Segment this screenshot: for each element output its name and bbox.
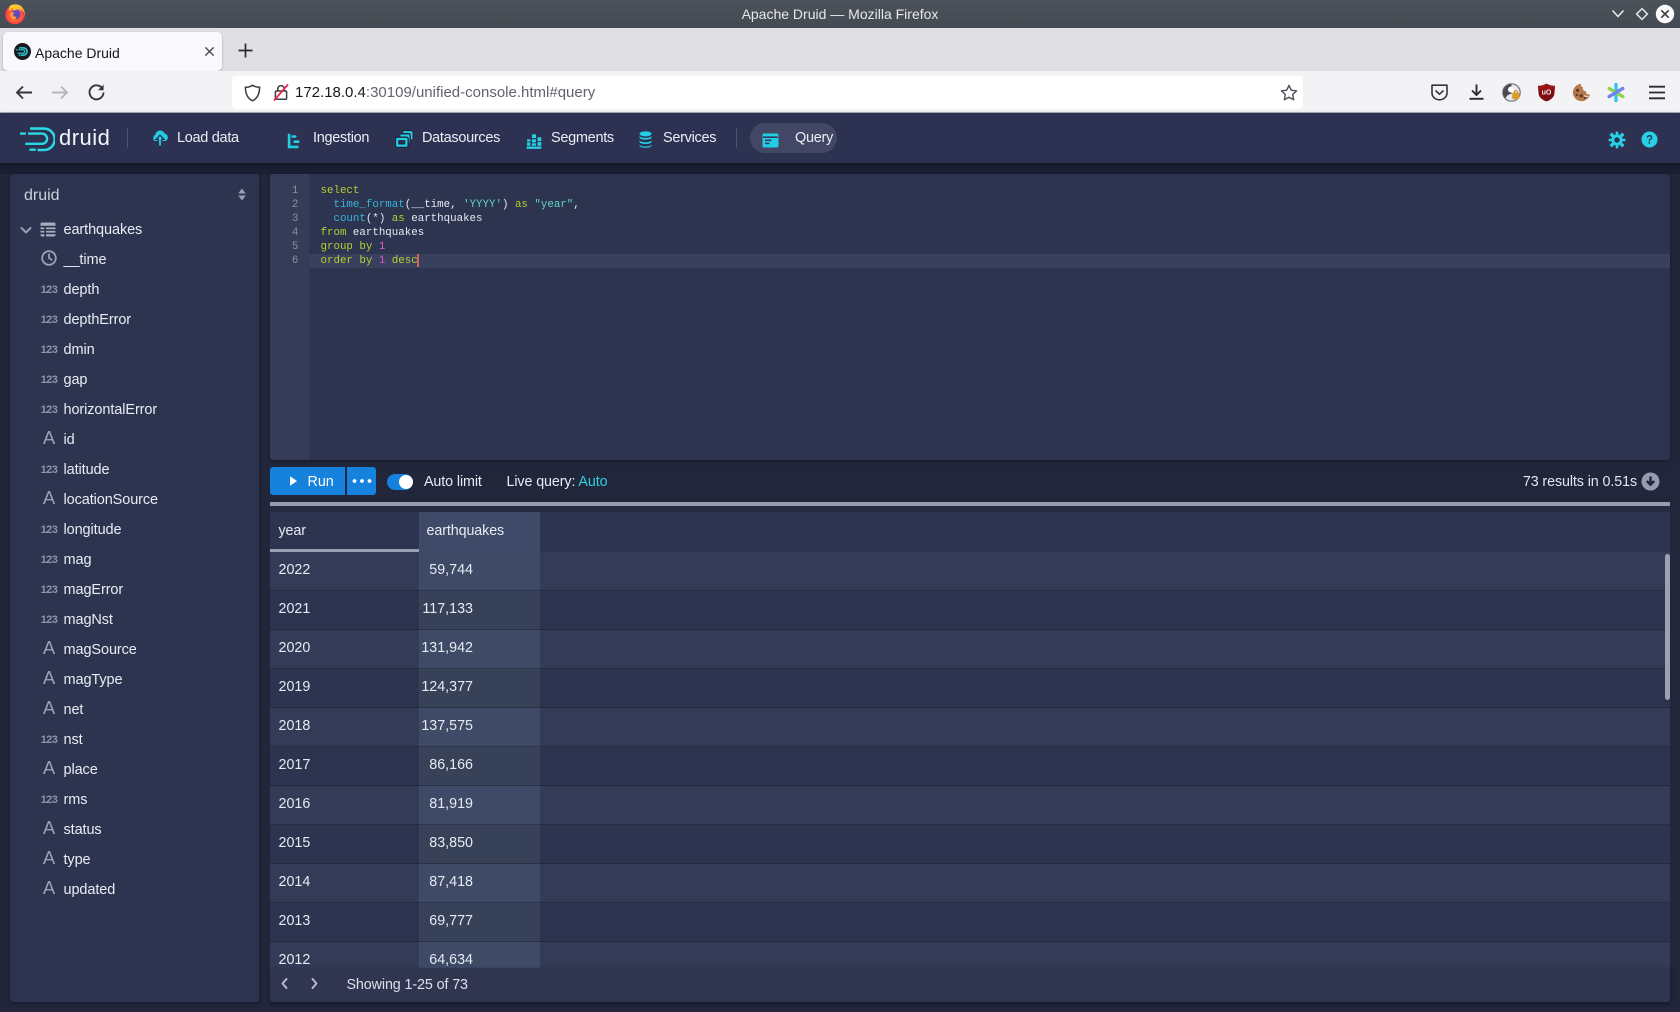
svg-text:?: ?: [1646, 135, 1653, 147]
svg-text:uO: uO: [1542, 90, 1552, 97]
